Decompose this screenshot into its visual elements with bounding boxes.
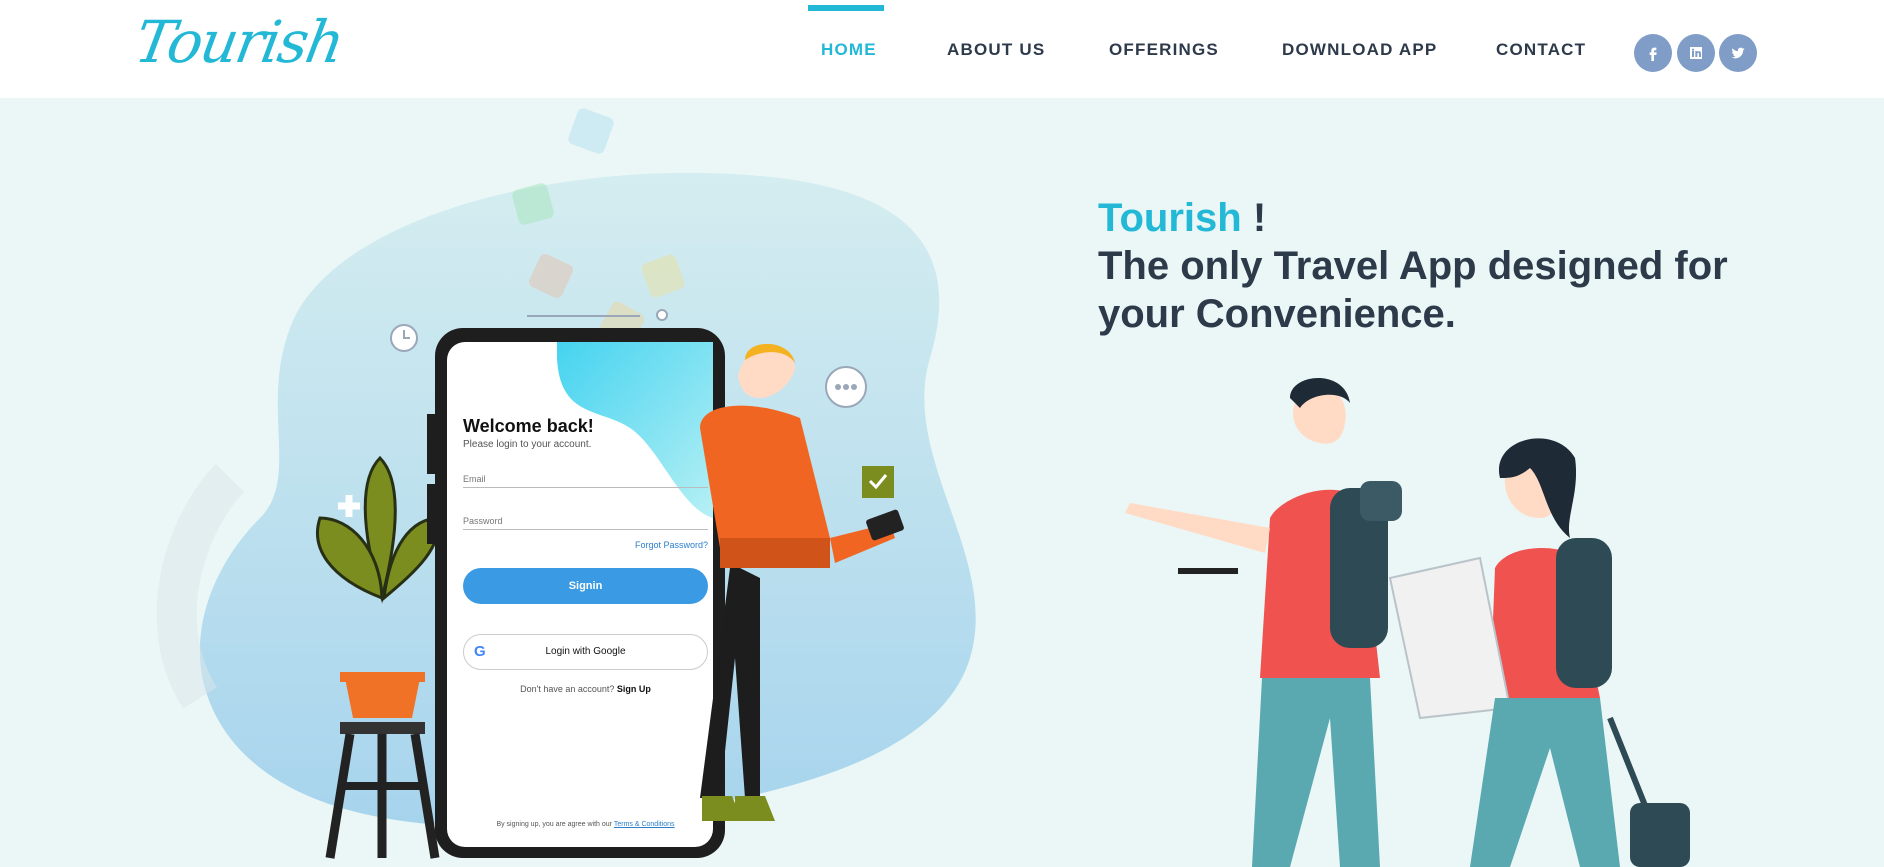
terms-link[interactable]: Terms & Conditions — [614, 821, 675, 828]
signup-link[interactable]: Sign Up — [617, 684, 651, 694]
linkedin-icon[interactable] — [1677, 34, 1715, 72]
site-header: Tourish HOME ABOUT US OFFERINGS DOWNLOAD… — [0, 0, 1884, 98]
welcome-heading: Welcome back! — [463, 416, 594, 436]
password-field[interactable]: Password — [463, 516, 708, 530]
signup-prompt: Don't have an account? Sign Up — [463, 684, 708, 694]
hero-tagline: The only Travel App designed for your Co… — [1098, 244, 1728, 336]
traveler-couple — [1125, 378, 1690, 867]
nav-active-indicator — [808, 5, 884, 11]
twitter-icon[interactable] — [1719, 34, 1757, 72]
google-icon: G — [474, 643, 486, 660]
hero-exclaim: ! — [1241, 196, 1267, 240]
facebook-icon[interactable] — [1634, 34, 1672, 72]
nav-home[interactable]: HOME — [821, 40, 877, 60]
nav-contact[interactable]: CONTACT — [1496, 40, 1586, 60]
nav-offerings[interactable]: OFFERINGS — [1109, 40, 1219, 60]
nav-about-us[interactable]: ABOUT US — [947, 40, 1045, 60]
forgot-password-link[interactable]: Forgot Password? — [463, 540, 708, 550]
signin-button[interactable]: Signin — [463, 568, 708, 604]
welcome-subtitle: Please login to your account. — [463, 439, 592, 450]
no-account-text: Don't have an account? — [520, 684, 615, 694]
tourish-logo[interactable]: Tourish — [130, 8, 348, 76]
nav-download-app[interactable]: DOWNLOAD APP — [1282, 40, 1437, 60]
terms-text: By signing up, you are agree with our Te… — [463, 821, 708, 828]
hero-brand-word: Tourish — [1098, 196, 1242, 240]
hero-heading: Tourish ! The only Travel App designed f… — [1098, 194, 1798, 338]
terms-prefix: By signing up, you are agree with our — [496, 821, 613, 828]
google-login-label: Login with Google — [545, 646, 626, 657]
google-login-button[interactable]: G Login with Google — [463, 634, 708, 670]
email-field[interactable]: Email — [463, 474, 708, 488]
